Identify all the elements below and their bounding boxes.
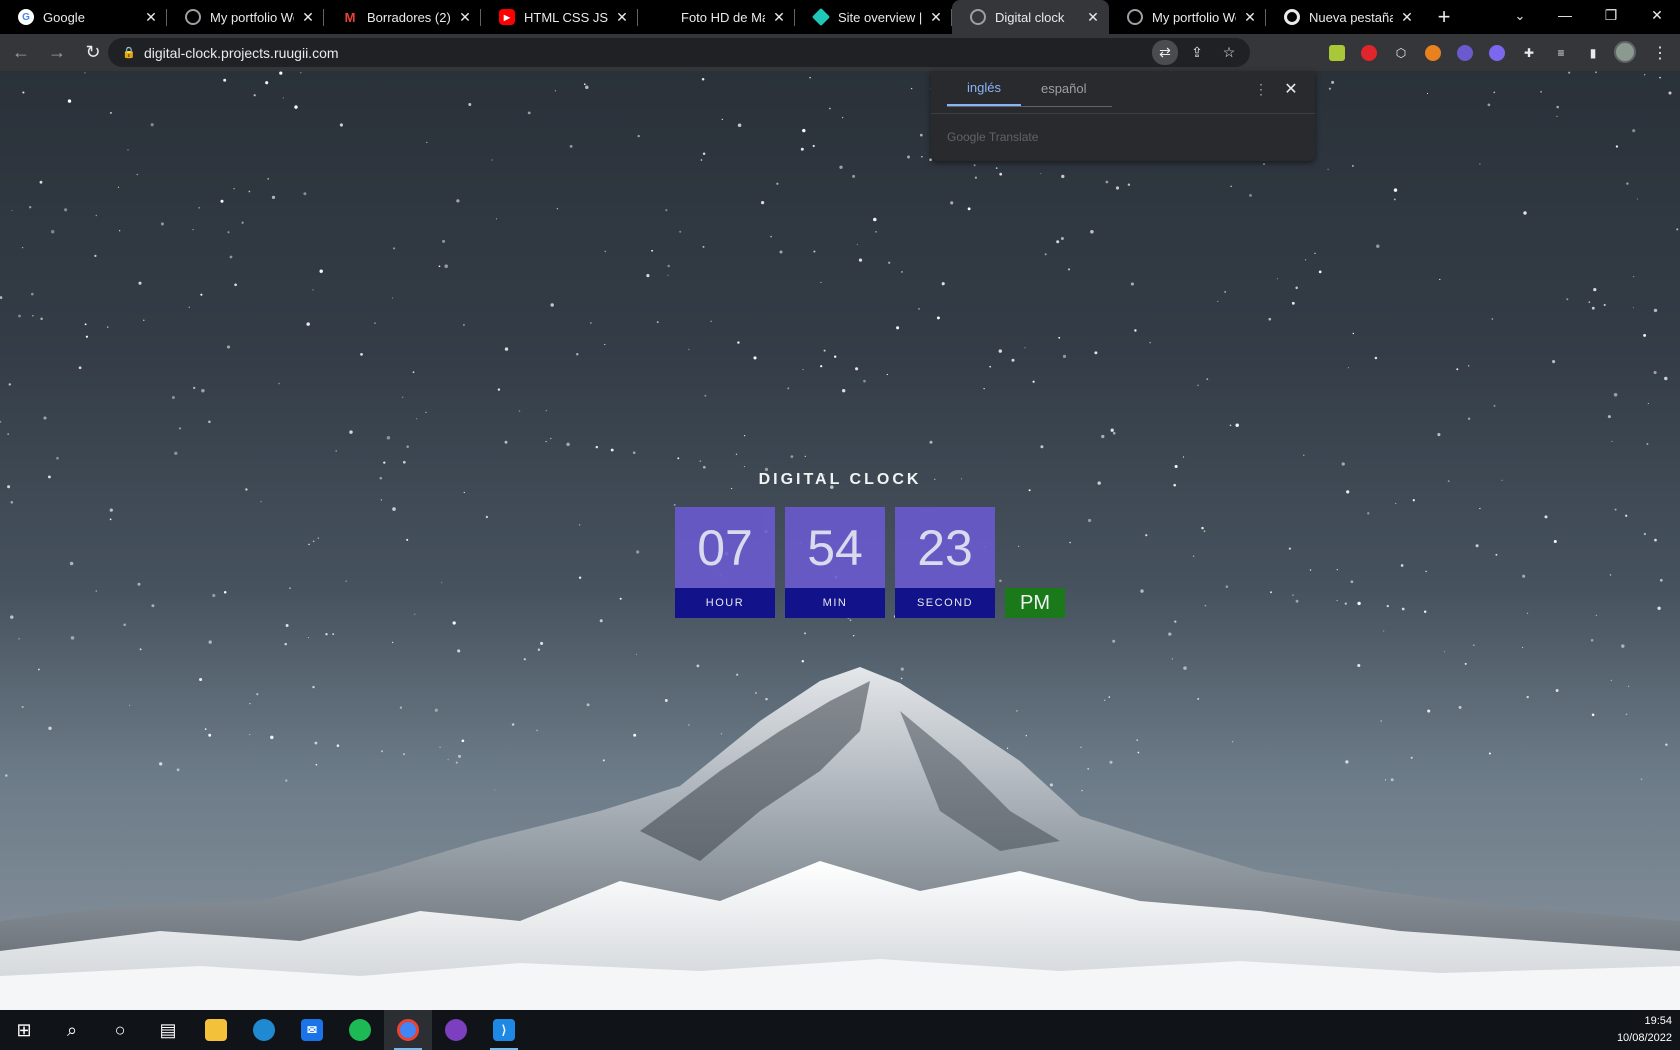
tab-title: Nueva pestaña — [1309, 9, 1393, 25]
cortana-icon[interactable]: ○ — [96, 1010, 144, 1050]
bookmark-star-icon[interactable]: ☆ — [1216, 40, 1242, 65]
google-icon: G — [18, 9, 34, 25]
tab-gmail[interactable]: M Borradores (2) - r ✕ — [324, 0, 481, 34]
chrome-icon — [1284, 9, 1300, 25]
github-desktop-icon[interactable] — [432, 1010, 480, 1050]
tab-title: Google — [43, 9, 85, 25]
close-window-button[interactable]: ✕ — [1634, 0, 1680, 30]
globe-icon — [970, 9, 986, 25]
hour-block: 07 HOUR — [675, 507, 775, 618]
image-icon — [656, 9, 672, 25]
translate-target-tab[interactable]: español — [1021, 71, 1107, 106]
share-icon[interactable]: ⇪ — [1184, 40, 1210, 65]
tab-new[interactable]: Nueva pestaña ✕ — [1266, 0, 1423, 34]
cube-extension-icon[interactable]: ⬡ — [1389, 38, 1413, 67]
second-label: SECOND — [895, 588, 995, 618]
netlify-icon — [811, 7, 831, 27]
tab-title: My portfolio Web — [210, 9, 294, 25]
translate-icon[interactable]: ⇄ — [1152, 40, 1178, 65]
translate-popup: inglés español ⋮ ✕ Google Translate — [931, 71, 1315, 161]
edge-icon[interactable] — [240, 1010, 288, 1050]
tab-youtube[interactable]: ▶ HTML CSS JS proj ✕ — [481, 0, 638, 34]
minute-label: MIN — [785, 588, 885, 618]
adblock-plus-icon[interactable] — [1357, 38, 1381, 67]
tab-netlify[interactable]: Site overview | fu ✕ — [795, 0, 952, 34]
ampm-indicator: PM — [1005, 588, 1065, 618]
close-icon[interactable]: ✕ — [1399, 9, 1415, 25]
tab-title: My portfolio Web — [1152, 9, 1236, 25]
page-viewport: DIGITAL CLOCK 07 HOUR 54 MIN 23 SECOND P… — [0, 71, 1680, 1010]
tab-digital-clock[interactable]: Digital clock ✕ — [952, 0, 1109, 34]
tab-title: HTML CSS JS proj — [524, 9, 608, 25]
close-icon[interactable]: ✕ — [1242, 9, 1258, 25]
youtube-icon: ▶ — [499, 9, 515, 25]
chrome-icon[interactable] — [384, 1010, 432, 1050]
google-translate-brand: Google Translate — [947, 130, 1039, 144]
translate-options-icon[interactable]: ⋮ — [1251, 79, 1271, 99]
menu-kebab-icon[interactable]: ⋮ — [1648, 38, 1672, 67]
file-explorer-icon[interactable] — [192, 1010, 240, 1050]
back-arrow-icon[interactable]: ← — [6, 38, 36, 68]
reload-icon[interactable]: ↻ — [78, 38, 108, 68]
extension-bolt-icon[interactable] — [1485, 38, 1509, 67]
tab-title: Borradores (2) - r — [367, 9, 451, 25]
globe-icon — [185, 9, 201, 25]
search-icon[interactable]: ⌕ — [48, 1010, 96, 1050]
tab-foto[interactable]: Foto HD de Mare ✕ — [638, 0, 795, 34]
new-tab-button[interactable]: + — [1429, 0, 1459, 34]
extension-green-icon[interactable] — [1325, 38, 1349, 67]
extension-purple-icon[interactable] — [1453, 38, 1477, 67]
reading-list-icon[interactable]: ≡ — [1549, 38, 1573, 67]
tab-portfolio-2[interactable]: My portfolio Web ✕ — [1109, 0, 1266, 34]
system-clock[interactable]: 19:54 10/08/2022 — [1617, 1013, 1672, 1047]
taskbar-time: 19:54 — [1644, 1015, 1672, 1027]
close-icon[interactable]: ✕ — [614, 9, 630, 25]
clock-title: DIGITAL CLOCK — [758, 471, 922, 488]
close-icon[interactable]: ✕ — [457, 9, 473, 25]
tab-strip: G Google ✕ My portfolio Web ✕ M Borrador… — [0, 0, 1680, 34]
minimize-button[interactable]: — — [1542, 0, 1588, 30]
side-panel-icon[interactable]: ▮ — [1581, 38, 1605, 67]
translate-close-icon[interactable]: ✕ — [1281, 79, 1301, 99]
tab-search-chevron-icon[interactable]: ⌄ — [1508, 4, 1532, 28]
close-icon[interactable]: ✕ — [300, 9, 316, 25]
extensions-bar: ⬡ ✚ ≡ ▮ — [1325, 38, 1613, 67]
url-text[interactable]: digital-clock.projects.ruugii.com — [144, 45, 339, 61]
minute-block: 54 MIN — [785, 507, 885, 618]
gmail-icon: M — [344, 9, 356, 25]
lock-icon[interactable]: 🔒 — [122, 46, 136, 60]
browser-toolbar: ← → ↻ 🔒 digital-clock.projects.ruugii.co… — [0, 34, 1680, 71]
windows-start-icon[interactable]: ⊞ — [0, 1010, 48, 1050]
close-icon[interactable]: ✕ — [771, 9, 787, 25]
second-value: 23 — [895, 507, 995, 588]
hour-label: HOUR — [675, 588, 775, 618]
close-icon[interactable]: ✕ — [143, 9, 159, 25]
address-bar[interactable]: 🔒 digital-clock.projects.ruugii.com ⇄ ⇪ … — [108, 38, 1250, 67]
tab-google[interactable]: G Google ✕ — [0, 0, 167, 34]
restore-button[interactable]: ❐ — [1588, 0, 1634, 30]
minute-value: 54 — [785, 507, 885, 588]
translate-source-tab[interactable]: inglés — [947, 71, 1021, 106]
windows-taskbar: ⊞ ⌕ ○ ▤ ✉ ⟩ 19:54 10/08/2022 — [0, 1010, 1680, 1050]
close-icon[interactable]: ✕ — [928, 9, 944, 25]
window-controls: — ❐ ✕ — [1542, 0, 1680, 30]
profile-avatar[interactable] — [1614, 41, 1636, 63]
tab-title: Site overview | fu — [838, 9, 922, 25]
vscode-icon[interactable]: ⟩ — [480, 1010, 528, 1050]
puzzle-extensions-icon[interactable]: ✚ — [1517, 38, 1541, 67]
forward-arrow-icon[interactable]: → — [42, 38, 72, 68]
digital-clock: 07 HOUR 54 MIN 23 SECOND PM — [675, 507, 1065, 618]
tab-title: Digital clock — [995, 9, 1065, 25]
second-block: 23 SECOND — [895, 507, 995, 618]
tab-portfolio[interactable]: My portfolio Web ✕ — [167, 0, 324, 34]
metamask-fox-icon[interactable] — [1421, 38, 1445, 67]
task-view-icon[interactable]: ▤ — [144, 1010, 192, 1050]
tab-title: Foto HD de Mare — [681, 9, 765, 25]
close-icon[interactable]: ✕ — [1085, 9, 1101, 25]
hour-value: 07 — [675, 507, 775, 588]
taskbar-date: 10/08/2022 — [1616, 1032, 1672, 1044]
spotify-icon[interactable] — [336, 1010, 384, 1050]
mail-icon[interactable]: ✉ — [288, 1010, 336, 1050]
globe-icon — [1127, 9, 1143, 25]
